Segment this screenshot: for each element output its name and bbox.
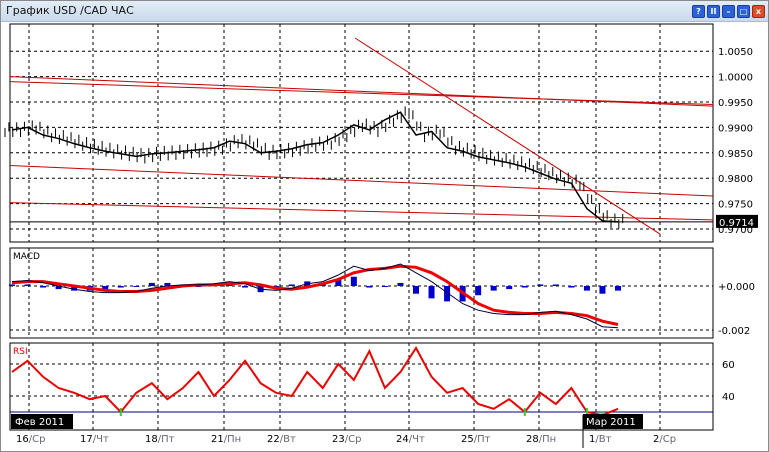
macd-histogram-bar xyxy=(397,282,404,286)
date-tick-label: 16/Ср xyxy=(16,434,45,445)
date-tick-label: 28/Пн xyxy=(526,434,556,445)
macd-histogram-bar xyxy=(599,286,606,294)
chart-area[interactable]: 1.0050 1.0000 0.9950 0.9900 0.9850 0.9800 0.97… xyxy=(0,0,769,452)
price-tick-label: 1.0000 xyxy=(718,73,753,84)
macd-label: MACD xyxy=(13,252,40,262)
macd-histogram-bar xyxy=(583,286,590,291)
panel-price xyxy=(9,23,714,243)
macd-tick-label: +0.000 xyxy=(718,282,755,293)
macd-histogram-bar xyxy=(9,284,15,286)
month-label: Мар 2011 xyxy=(586,417,636,428)
macd-histogram-bar xyxy=(40,286,47,288)
macd-histogram-bar xyxy=(117,286,124,288)
macd-histogram-bar xyxy=(568,286,575,288)
macd-histogram-bar xyxy=(615,286,621,291)
macd-histogram-bar xyxy=(133,286,140,287)
date-tick-label: 17/Чт xyxy=(80,434,109,445)
price-tick-label: 0.9850 xyxy=(718,149,753,160)
current-price-label: 0.9714 xyxy=(719,218,754,229)
macd-histogram-bar xyxy=(506,286,513,290)
macd-tick-label: -0.002 xyxy=(718,326,750,337)
rsi-tick-label: 60 xyxy=(722,360,735,371)
date-tick-label: 18/Пт xyxy=(145,434,175,445)
price-tick-label: 0.9800 xyxy=(718,174,753,185)
date-tick-label: 24/Чт xyxy=(396,434,425,445)
date-tick-label: 23/Ср xyxy=(332,434,361,445)
price-tick-label: 0.9900 xyxy=(718,123,753,134)
rsi-label: RSI xyxy=(13,347,28,357)
macd-histogram-bar xyxy=(537,284,544,286)
price-tick-label: 0.9950 xyxy=(718,98,753,109)
macd-histogram-bar xyxy=(428,286,435,299)
rsi-tick-label: 40 xyxy=(722,392,735,403)
macd-histogram-bar xyxy=(381,286,388,287)
date-tick-label: 22/Вт xyxy=(267,434,296,445)
macd-histogram-bar xyxy=(288,284,295,286)
macd-histogram-bar xyxy=(552,284,559,286)
macd-histogram-bar xyxy=(350,276,357,286)
macd-histogram-bar xyxy=(242,286,249,288)
macd-histogram-bar xyxy=(413,286,419,294)
macd-histogram-bar xyxy=(24,284,31,286)
price-tick-label: 1.0050 xyxy=(718,47,753,58)
date-tick-label: 1/Вт xyxy=(589,434,612,445)
macd-histogram-bar xyxy=(475,286,482,296)
date-tick-label: 25/Пт xyxy=(461,434,491,445)
macd-histogram-bar xyxy=(366,286,373,288)
macd-histogram-bar xyxy=(148,282,155,286)
price-tick-label: 0.9750 xyxy=(718,200,753,211)
month-label: Фев 2011 xyxy=(15,417,64,428)
macd-histogram-bar xyxy=(521,286,528,288)
date-tick-label: 2/Ср xyxy=(653,434,676,445)
macd-histogram-bar xyxy=(490,286,497,291)
date-tick-label: 21/Пн xyxy=(211,434,241,445)
